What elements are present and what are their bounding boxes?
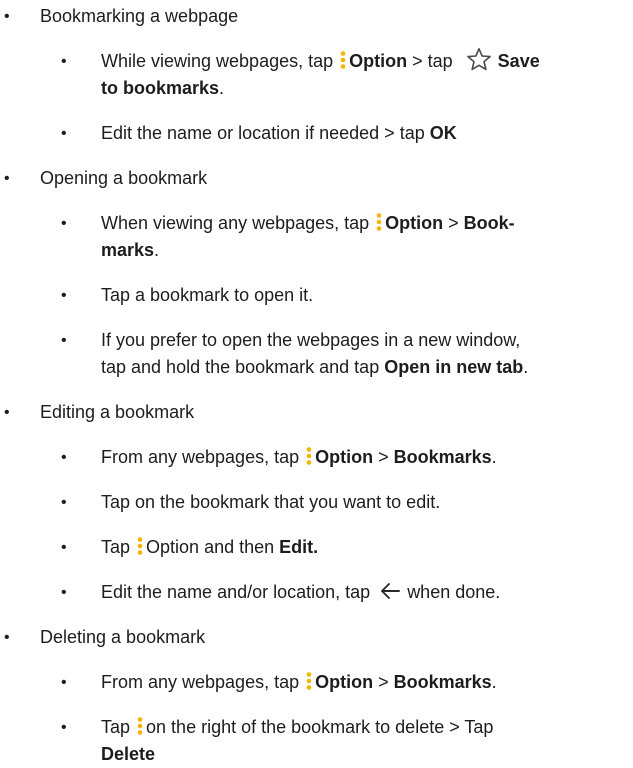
step-edit-name-location: • Edit the name or location if needed > … xyxy=(0,120,633,147)
bullet: • xyxy=(61,287,67,304)
step-open-in-new-tab: • If you prefer to open the webpages in … xyxy=(0,327,633,381)
step-tap-option-edit: • Tap Option and then Edit. xyxy=(0,534,633,561)
three-dot-vertical-icon xyxy=(375,212,383,232)
star-outline-icon xyxy=(466,47,492,71)
step-tap-bookmark: • Tap a bookmark to open it. xyxy=(0,282,633,309)
bullet: • xyxy=(61,539,67,556)
section-deleting-heading: • Deleting a bookmark xyxy=(0,624,633,651)
back-arrow-icon xyxy=(379,581,401,601)
section-editing-heading: • Editing a bookmark xyxy=(0,399,633,426)
bullet: • xyxy=(4,8,10,25)
step-edit-open-bookmarks: • From any webpages, tap Option > Bookma… xyxy=(0,444,633,471)
bullet: • xyxy=(61,53,67,70)
step-tap-delete: • Tap on the right of the bookmark to de… xyxy=(0,714,633,768)
bullet: • xyxy=(61,332,67,349)
section-bookmarking-heading: • Bookmarking a webpage xyxy=(0,3,633,30)
step-delete-open-bookmarks: • From any webpages, tap Option > Bookma… xyxy=(0,669,633,696)
bullet: • xyxy=(61,449,67,466)
step-edit-name-tap-back: • Edit the name and/or location, tap whe… xyxy=(0,579,633,606)
three-dot-vertical-icon xyxy=(305,671,313,691)
option-label: Option xyxy=(349,51,408,71)
three-dot-vertical-icon xyxy=(136,716,144,736)
three-dot-vertical-icon xyxy=(339,50,347,70)
bullet: • xyxy=(4,629,10,646)
bullet: • xyxy=(61,215,67,232)
bullet: • xyxy=(61,674,67,691)
step-save-to-bookmarks: • While viewing webpages, tap Option > t… xyxy=(0,48,633,102)
section-opening-heading: • Opening a bookmark xyxy=(0,165,633,192)
instruction-document: • Bookmarking a webpage • While viewing … xyxy=(0,0,633,768)
bullet: • xyxy=(4,170,10,187)
bullet: • xyxy=(61,584,67,601)
bullet: • xyxy=(61,719,67,736)
bullet: • xyxy=(61,125,67,142)
bullet: • xyxy=(61,494,67,511)
step-tap-bookmark-to-edit: • Tap on the bookmark that you want to e… xyxy=(0,489,633,516)
three-dot-vertical-icon xyxy=(305,446,313,466)
step-open-bookmarks-menu: • When viewing any webpages, tap Option … xyxy=(0,210,633,264)
three-dot-vertical-icon xyxy=(136,536,144,556)
bullet: • xyxy=(4,404,10,421)
